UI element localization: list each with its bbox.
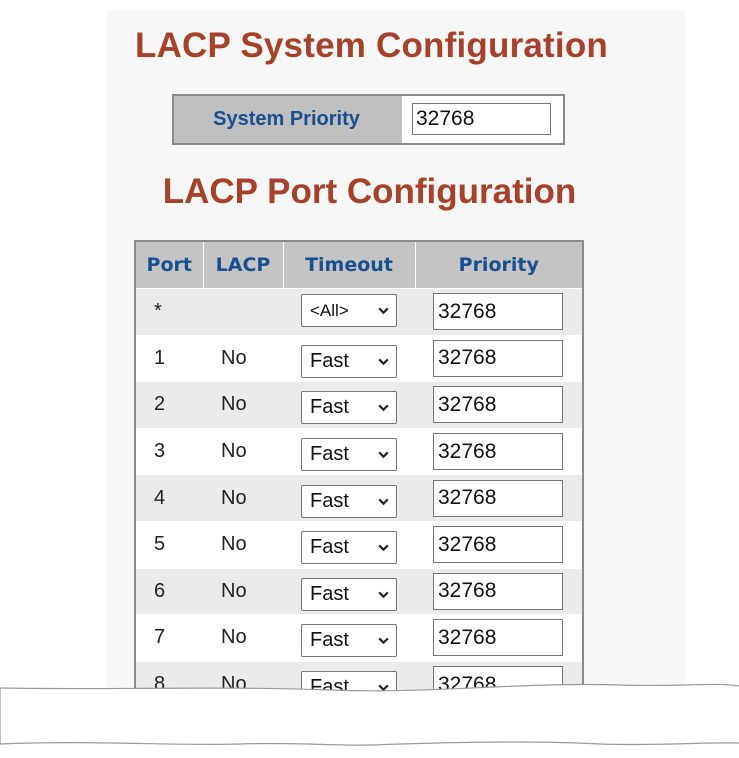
port-cell: 4 <box>135 474 203 522</box>
table-row: 3 No Fast <box>135 427 583 475</box>
chevron-down-icon <box>378 638 389 645</box>
chevron-down-icon <box>378 591 389 599</box>
port-config-title: LACP Port Configuration <box>162 172 577 211</box>
table-row: 7 No Fast <box>135 614 583 662</box>
chevron-down-icon <box>378 451 389 459</box>
timeout-cell: Fast <box>283 520 415 569</box>
table-row: 5 No Fast <box>135 520 583 569</box>
lacp-cell: No <box>203 474 283 522</box>
timeout-cell: Fast <box>283 614 415 662</box>
lacp-cell: No <box>203 334 283 382</box>
timeout-select-value: Fast <box>310 443 349 466</box>
port-priority-input[interactable] <box>433 619 563 657</box>
table-row: 6 No Fast <box>135 567 583 615</box>
lacp-cell: No <box>203 520 283 569</box>
priority-cell <box>415 614 583 662</box>
table-row: 1 No Fast <box>135 334 583 382</box>
priority-cell <box>415 520 583 569</box>
chevron-down-icon <box>378 358 389 366</box>
port-priority-input[interactable] <box>433 293 563 331</box>
priority-cell <box>415 567 583 615</box>
timeout-cell: Fast <box>283 474 415 522</box>
timeout-select[interactable]: Fast <box>301 624 397 658</box>
timeout-cell: <All> <box>283 288 415 336</box>
port-cell: 3 <box>135 427 203 475</box>
port-priority-input[interactable] <box>433 479 563 517</box>
port-priority-input[interactable] <box>433 526 563 564</box>
timeout-select[interactable]: Fast <box>301 344 397 378</box>
table-row: 4 No Fast <box>135 474 583 522</box>
lacp-cell: No <box>203 427 283 475</box>
lacp-cell <box>203 288 283 336</box>
lacp-cell: No <box>203 381 283 429</box>
timeout-select-value: Fast <box>310 349 349 372</box>
port-config-table: Port LACP Timeout Priority *<All>1NoFast… <box>134 240 584 710</box>
chevron-down-icon <box>378 498 389 505</box>
port-cell: 1 <box>135 334 203 382</box>
table-header-row: Port LACP Timeout Priority <box>135 241 583 289</box>
column-header-lacp: LACP <box>203 241 284 289</box>
table-row-all: * <All> <box>135 288 583 336</box>
timeout-cell: Fast <box>283 427 415 475</box>
timeout-select-value: Fast <box>310 396 349 419</box>
timeout-select[interactable]: Fast <box>301 438 397 472</box>
timeout-select[interactable]: Fast <box>301 484 397 518</box>
port-cell: 6 <box>135 567 203 615</box>
timeout-select-value: Fast <box>310 536 349 559</box>
chevron-down-icon <box>378 405 389 412</box>
timeout-cell: Fast <box>283 334 415 382</box>
system-priority-label: System Priority <box>213 108 360 130</box>
system-priority-input[interactable] <box>412 103 551 135</box>
timeout-select-value: Fast <box>310 489 349 512</box>
priority-cell <box>415 288 583 336</box>
chevron-down-icon <box>378 307 389 315</box>
system-priority-cell <box>402 96 563 143</box>
system-priority-box: System Priority <box>172 94 565 145</box>
system-config-title: LACP System Configuration <box>134 26 608 65</box>
port-cell: 5 <box>135 520 203 569</box>
priority-cell <box>415 334 583 382</box>
timeout-select-value: Fast <box>310 629 349 652</box>
timeout-select[interactable]: Fast <box>301 531 397 565</box>
chevron-down-icon <box>378 544 389 552</box>
lacp-cell: No <box>203 567 283 615</box>
table-row: 2 No Fast <box>135 381 583 429</box>
priority-cell <box>415 381 583 429</box>
port-cell: 2 <box>135 381 203 429</box>
port-cell: 7 <box>135 614 203 662</box>
column-header-port: Port <box>135 241 204 289</box>
timeout-select-value: Fast <box>310 582 349 605</box>
priority-cell <box>415 474 583 522</box>
port-priority-input[interactable] <box>433 572 563 610</box>
column-header-priority: Priority <box>415 241 583 289</box>
column-header-timeout: Timeout <box>283 241 416 289</box>
timeout-cell: Fast <box>283 567 415 615</box>
port-priority-input[interactable] <box>433 386 563 424</box>
lacp-cell: No <box>203 614 283 662</box>
timeout-select-value: <All> <box>310 300 349 320</box>
timeout-cell: Fast <box>283 381 415 429</box>
timeout-select[interactable]: Fast <box>301 391 397 425</box>
port-cell: * <box>135 288 203 336</box>
timeout-select[interactable]: Fast <box>301 577 397 611</box>
port-priority-input[interactable] <box>433 339 563 377</box>
port-priority-input[interactable] <box>433 433 563 471</box>
timeout-select[interactable]: <All> <box>301 294 397 328</box>
torn-paper-edge <box>0 683 739 758</box>
priority-cell <box>415 427 583 475</box>
